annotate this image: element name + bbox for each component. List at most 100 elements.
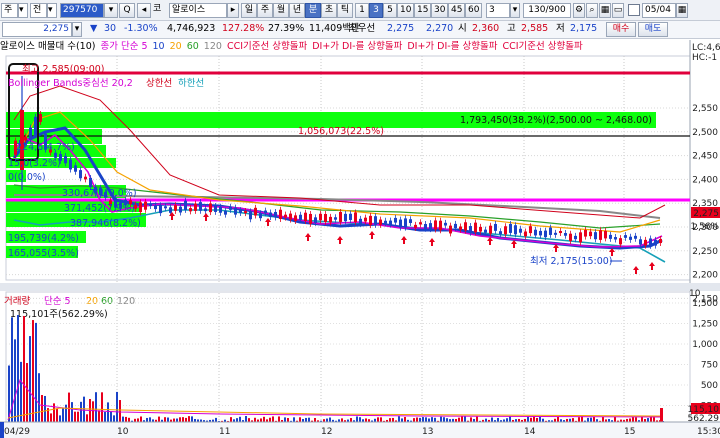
volume-bar: [29, 336, 31, 422]
candle-body: [289, 213, 292, 220]
candle-body: [284, 214, 287, 218]
volume-bar: [98, 410, 100, 422]
volume-bar: [536, 417, 538, 422]
candle-body: [414, 224, 417, 228]
candle-body: [574, 235, 577, 240]
volume-bar: [314, 417, 316, 422]
volume-bar: [92, 401, 94, 422]
chart-window: 주 ▾ 전 ▾ 297570 ▾ Q ◂ 코 알로이스 ▸ 일 주 월 년 분 …: [0, 0, 720, 438]
candle-body: [449, 225, 452, 234]
volume-bar: [431, 417, 433, 422]
volume-bar: [614, 416, 616, 422]
candle-body: [304, 212, 307, 221]
volume-bar: [329, 417, 331, 422]
candle-body: [224, 210, 227, 215]
volume-bar: [62, 408, 64, 422]
candle-body: [309, 213, 312, 224]
volume-bar: [65, 404, 67, 422]
volume-bar: [182, 417, 184, 422]
time-axis-marker: [0, 422, 4, 438]
volume-bar: [635, 417, 637, 422]
candle-body: [494, 223, 497, 231]
candle-body: [234, 207, 237, 215]
volume-bar: [506, 418, 508, 422]
candle-body: [314, 217, 317, 223]
candle-body: [639, 239, 642, 245]
candle-body: [189, 208, 192, 212]
candle-body: [214, 205, 217, 212]
volume-bar: [308, 417, 310, 422]
candle-body: [274, 211, 277, 218]
fib-annotation-2: 1,056,073(22.5%): [298, 126, 384, 137]
volume-bar: [491, 417, 493, 422]
candle-body: [264, 210, 267, 214]
volume-bar: [113, 415, 115, 422]
volume-bar: [26, 363, 28, 422]
candle-body: [454, 223, 457, 229]
time-axis: [0, 422, 720, 438]
candle-body: [209, 203, 212, 213]
volume-bar: [80, 401, 82, 422]
volume-bar: [137, 418, 139, 422]
candle-body: [564, 233, 567, 236]
candle-body: [539, 230, 542, 236]
volume-bar: [116, 391, 118, 422]
volume-bar: [299, 417, 301, 422]
profile-label-7: 195,739(4.2%): [8, 233, 79, 244]
volume-tick-label: 500: [701, 381, 718, 391]
volume-bar: [389, 418, 391, 422]
candle-body: [194, 203, 197, 211]
volume-bar: [107, 402, 109, 422]
volume-bar: [140, 416, 142, 422]
volume-bar: [660, 408, 663, 422]
volume-bar: [74, 411, 76, 422]
candle-body: [279, 209, 282, 219]
volume-bar: [239, 416, 241, 422]
volume-bar: [440, 416, 442, 422]
volume-bar: [119, 400, 121, 422]
candle-body: [199, 202, 202, 211]
volume-bar: [125, 416, 127, 422]
volume-bar: [284, 417, 286, 422]
candle-body: [329, 216, 332, 223]
volume-bar: [158, 416, 160, 422]
volume-unit: 10: [689, 289, 701, 299]
volume-bar: [647, 418, 649, 422]
profile-label-2: 15,0(3.2%): [8, 158, 61, 169]
candle-body: [149, 203, 152, 206]
candle-body: [584, 230, 587, 237]
volume-bar: [509, 416, 511, 422]
volume-bar: [263, 416, 265, 422]
candle-body: [169, 207, 172, 213]
candle-body: [409, 219, 412, 224]
panel-splitter[interactable]: [0, 283, 720, 291]
candle-body: [644, 239, 647, 246]
candle-body: [219, 206, 222, 213]
candle-body: [419, 222, 422, 225]
volume-tick-label: 750: [701, 361, 718, 371]
volume-bar: [191, 416, 193, 422]
volume-bar: [32, 320, 34, 422]
candle-body: [384, 220, 387, 224]
candle-body: [229, 206, 232, 210]
price-tick-label: 2,450: [692, 152, 718, 162]
price-chart[interactable]: 2,5502,5002,4502,4002,3502,3002,2502,200…: [0, 0, 720, 438]
candle-body: [554, 232, 557, 235]
profile-label-5: 371,452(7.9%): [64, 203, 135, 214]
candle-body: [549, 227, 552, 235]
volume-bar: [461, 416, 463, 422]
volume-bar: [23, 315, 25, 422]
candle-body: [204, 208, 207, 212]
candle-body: [174, 205, 177, 211]
candle-body: [529, 226, 532, 234]
candle-body: [399, 219, 402, 228]
volume-bar: [230, 417, 232, 422]
candle-body: [489, 225, 492, 234]
volume-bar: [122, 416, 124, 422]
candle-body: [519, 228, 522, 233]
candle-body: [504, 226, 507, 235]
volume-bar: [602, 416, 604, 422]
candle-body: [354, 212, 357, 223]
candle-body: [89, 177, 92, 188]
candle-body: [659, 238, 662, 244]
